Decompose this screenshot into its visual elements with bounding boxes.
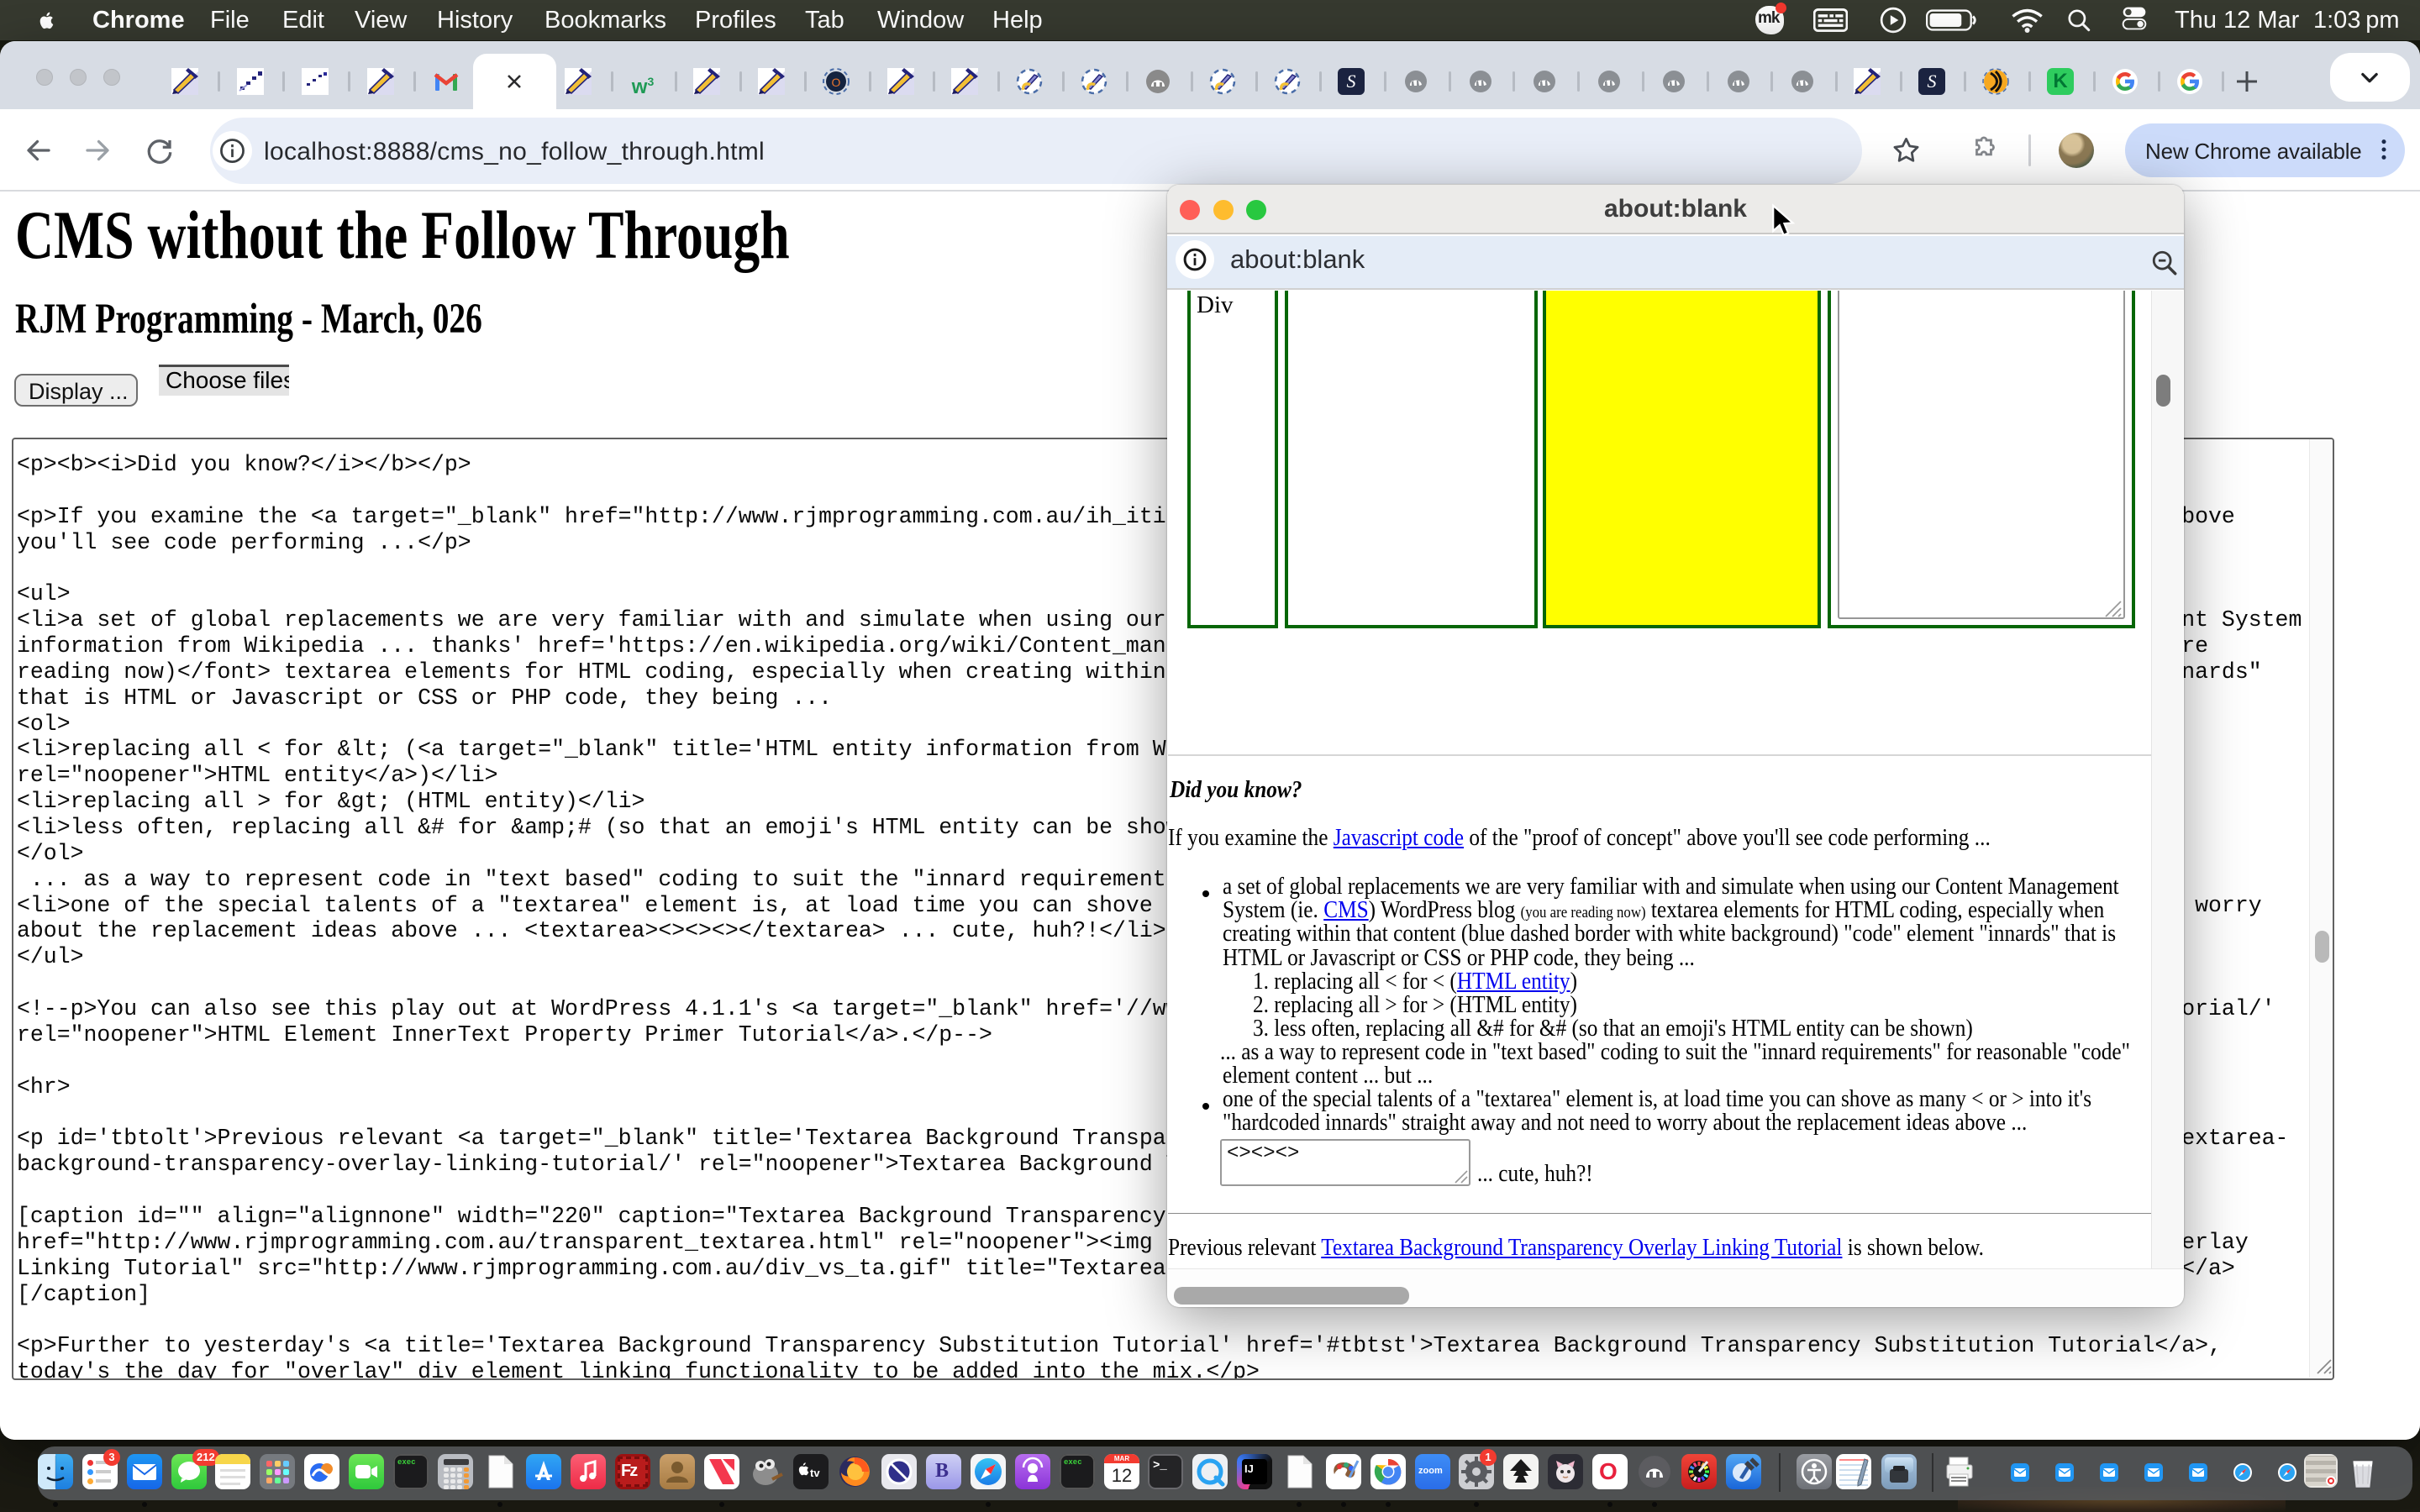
svg-text:tv: tv [810, 1467, 820, 1479]
svg-text:O: O [832, 76, 841, 89]
